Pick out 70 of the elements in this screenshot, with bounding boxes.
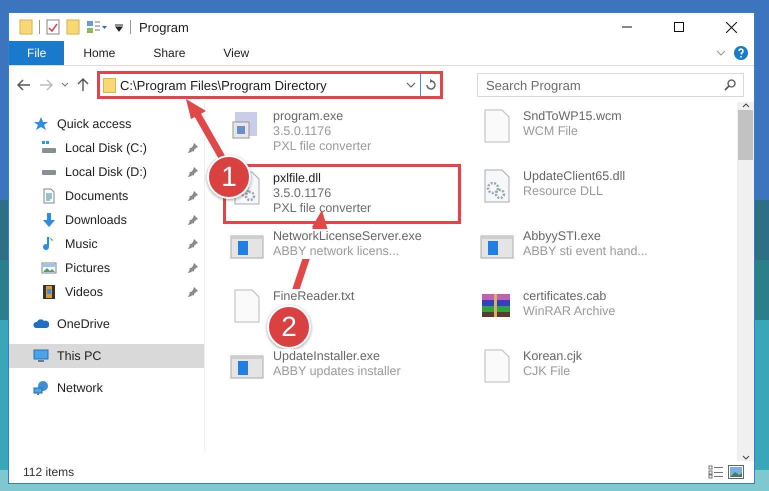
file-detail: 3.5.0.1176 (273, 186, 332, 201)
nav-item[interactable]: Network (9, 376, 204, 400)
large-icons-view-button[interactable] (726, 465, 746, 479)
scroll-up-icon[interactable] (742, 102, 750, 108)
document-icon (41, 188, 57, 204)
pin-icon[interactable] (188, 215, 198, 225)
pin-icon[interactable] (188, 191, 198, 201)
ribbon-tab[interactable]: View (204, 41, 268, 65)
chevron-icon[interactable] (716, 50, 726, 56)
back-button[interactable] (15, 77, 33, 93)
file-detail: ABBY updates installer (273, 364, 401, 379)
close-icon (726, 22, 736, 32)
nav-item[interactable]: Pictures (9, 256, 204, 280)
file-name: Korean.cjk (523, 349, 582, 364)
details-view-button[interactable] (706, 465, 726, 479)
forward-arrow-icon (39, 79, 53, 91)
search-icon[interactable] (724, 79, 736, 91)
nav-item[interactable]: Quick access (9, 112, 204, 136)
dropdown-icon[interactable] (114, 22, 124, 32)
download-icon (41, 212, 57, 228)
up-button[interactable] (75, 76, 91, 94)
help-icon[interactable] (734, 46, 748, 60)
chevron-icon (61, 82, 69, 88)
up-arrow-icon (77, 78, 89, 92)
ribbon-tab[interactable]: Home (64, 41, 134, 65)
network-icon (33, 380, 49, 396)
star-icon (33, 116, 49, 132)
properties-icon[interactable] (46, 19, 60, 35)
back-arrow-icon (17, 79, 31, 91)
nav-item[interactable]: Videos (9, 280, 204, 304)
window-title: Program (139, 20, 190, 34)
file-name: AbbyySTI.exe (523, 229, 601, 244)
folder-icon (103, 78, 116, 92)
minimize-icon (622, 26, 632, 28)
nav-item[interactable]: Local Disk (D:) (9, 160, 204, 184)
nav-item[interactable]: Downloads (9, 208, 204, 232)
layout-icon[interactable] (86, 20, 108, 34)
scroll-thumb[interactable] (738, 110, 753, 160)
file-name: NetworkLicenseServer.exe (273, 229, 422, 244)
nav-item[interactable]: Documents (9, 184, 204, 208)
ribbon-tab[interactable]: Share (134, 41, 204, 65)
file-detail: ABBY network licens... (273, 244, 400, 259)
folder-icon (19, 19, 33, 35)
pin-icon[interactable] (188, 287, 198, 297)
drive-icon (41, 140, 57, 156)
item-count: 112 items (23, 465, 76, 479)
file-name: UpdateInstaller.exe (273, 349, 380, 364)
maximize-icon (674, 22, 684, 32)
nav-item[interactable]: Local Disk (C:) (9, 136, 204, 160)
pin-icon[interactable] (188, 143, 198, 153)
nav-item[interactable]: OneDrive (9, 312, 204, 336)
file-detail: PXL file converter (273, 201, 372, 216)
ribbon-tab[interactable]: File (9, 41, 64, 65)
search-field[interactable]: Search Program (477, 73, 744, 97)
scrollbar[interactable] (737, 102, 754, 461)
nav-item[interactable]: This PC (9, 344, 204, 368)
refresh-icon (424, 79, 436, 91)
monitor-icon (33, 348, 49, 364)
pictures-icon (41, 260, 57, 276)
nav-item[interactable]: Music (9, 232, 204, 256)
address-bar[interactable]: C:\Program Files\Program Directory (97, 71, 443, 99)
pin-icon[interactable] (188, 239, 198, 249)
dropdown-icon[interactable] (406, 82, 416, 88)
file-name: UpdateClient65.dll (523, 169, 626, 184)
file-name: pxlfile.dll (273, 171, 321, 186)
pin-icon[interactable] (188, 167, 198, 177)
scroll-down-icon[interactable] (742, 455, 750, 461)
drive-icon (41, 168, 57, 176)
pin-icon[interactable] (188, 263, 198, 273)
film-icon (41, 284, 57, 300)
